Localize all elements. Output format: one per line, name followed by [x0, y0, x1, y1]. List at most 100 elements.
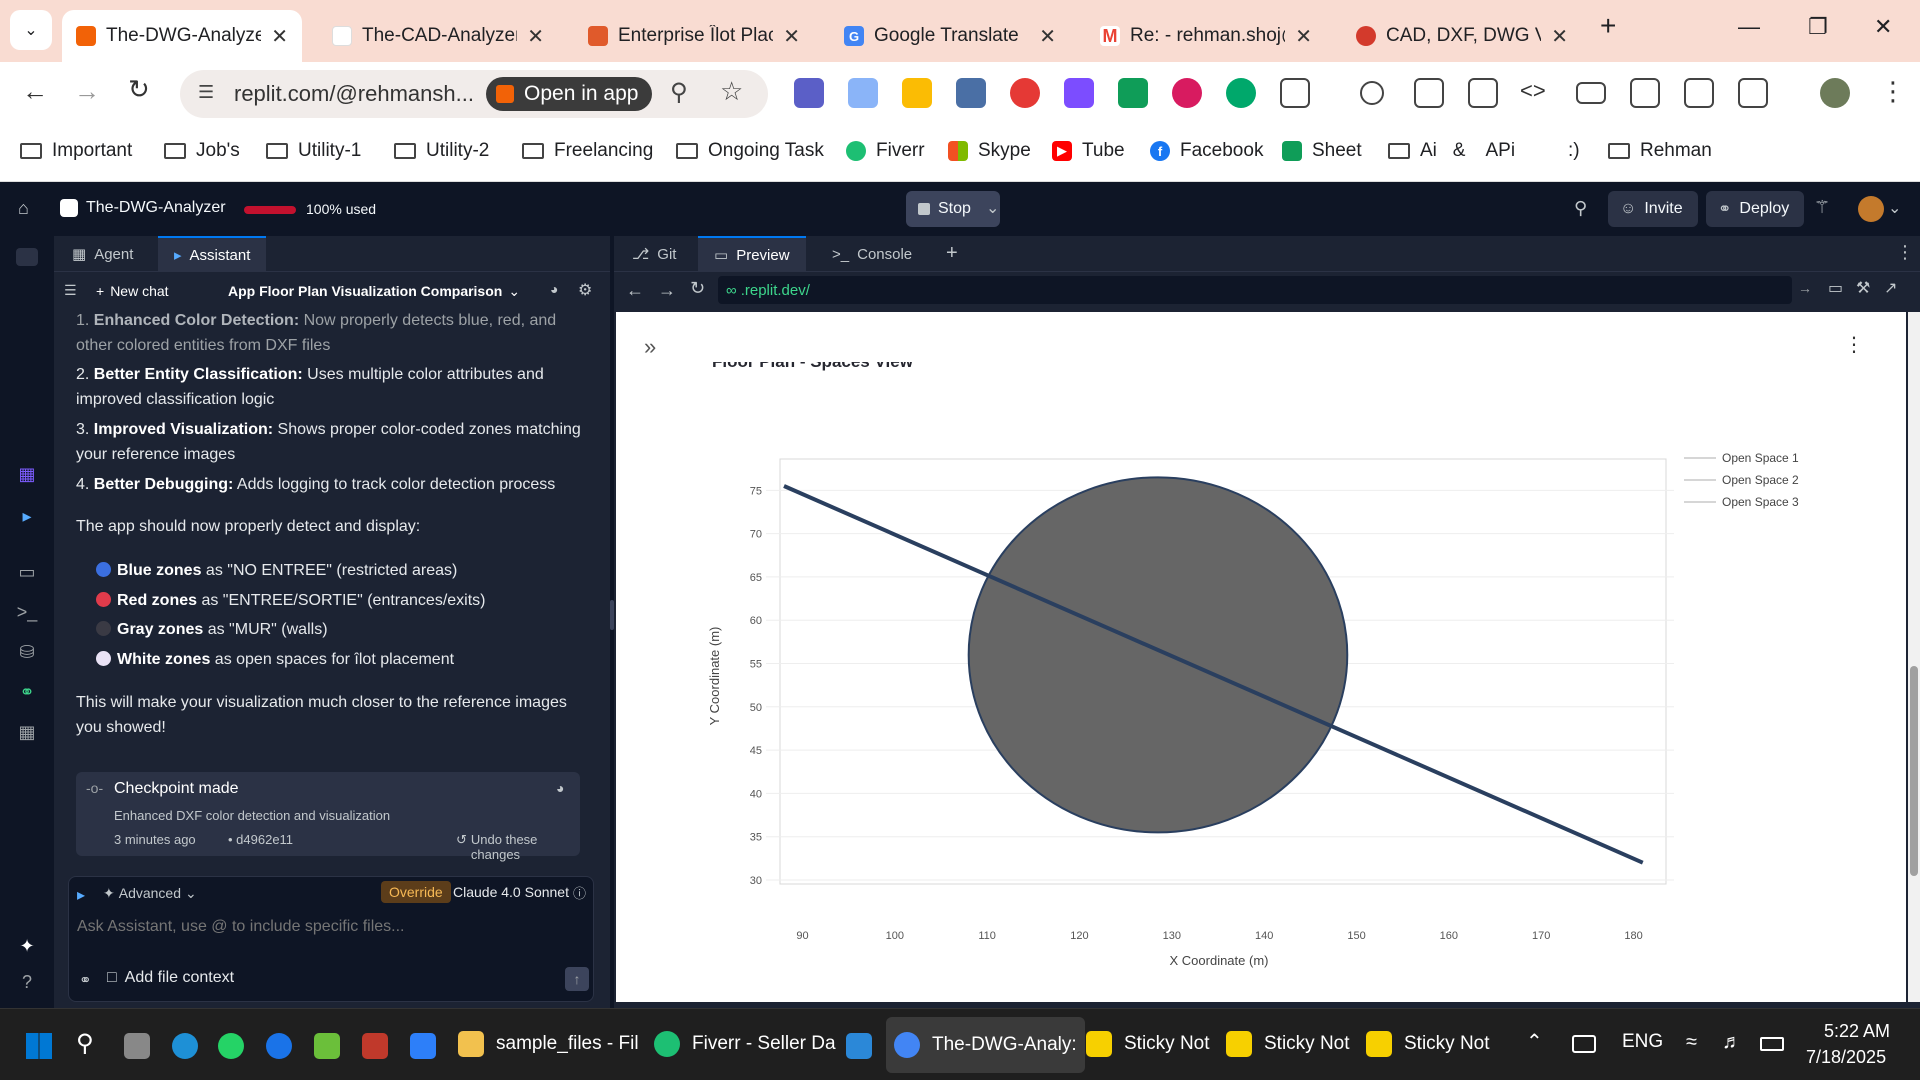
- tab-dwg-analyzer[interactable]: The-DWG-Analyzer ✕: [62, 10, 302, 62]
- scrollbar-thumb[interactable]: [1910, 666, 1918, 876]
- tab-cad-viewer[interactable]: CAD, DXF, DWG Vi ✕: [1342, 10, 1582, 62]
- tab-git[interactable]: ⎇ Git: [624, 236, 684, 272]
- extension-icon[interactable]: [1226, 78, 1256, 108]
- bookmark-rehman[interactable]: Rehman: [1608, 140, 1712, 162]
- back-icon[interactable]: ←: [626, 280, 644, 301]
- search-icon[interactable]: ⚲: [1574, 198, 1587, 219]
- arrow-right-icon[interactable]: →: [1798, 280, 1812, 296]
- open-in-app-button[interactable]: Open in app: [486, 77, 653, 111]
- extension-icon[interactable]: [902, 78, 932, 108]
- clock-date[interactable]: 7/18/2025: [1806, 1047, 1886, 1068]
- bookmark-facebook[interactable]: f Facebook: [1150, 140, 1263, 162]
- extension-icon[interactable]: [1010, 78, 1040, 108]
- task-view-icon[interactable]: [124, 1033, 150, 1059]
- tab-agent[interactable]: ▦ Agent: [62, 236, 143, 272]
- chat-title-dropdown[interactable]: App Floor Plan Visualization Comparison …: [228, 283, 520, 300]
- profile-avatar[interactable]: [1820, 78, 1850, 108]
- restore-icon[interactable]: ❐: [1808, 14, 1828, 40]
- bookmark-ai-api[interactable]: Ai & APi: [1388, 140, 1515, 162]
- sparkle-icon[interactable]: ✦: [16, 936, 38, 956]
- close-icon[interactable]: ✕: [1039, 24, 1056, 49]
- bookmark-tube[interactable]: ▶ Tube: [1052, 140, 1125, 162]
- extension-icon[interactable]: [1118, 78, 1148, 108]
- chevron-down-icon[interactable]: ⌄: [1888, 198, 1901, 218]
- device-icon[interactable]: ▭: [1828, 278, 1843, 298]
- lens-icon[interactable]: [1414, 78, 1444, 108]
- chat-input[interactable]: [77, 913, 577, 941]
- bookmark-freelancing[interactable]: Freelancing: [522, 140, 653, 162]
- tab-console[interactable]: >_ Console: [818, 236, 926, 272]
- tab-google-translate[interactable]: G Google Translate ✕: [830, 10, 1070, 62]
- taskbar-item-chrome[interactable]: The-DWG-Analy:: [886, 1017, 1085, 1073]
- forward-icon[interactable]: →: [74, 76, 100, 107]
- taskbar-item-explorer[interactable]: sample_files - Fil: [458, 1031, 639, 1057]
- zoom-icon[interactable]: ⚲: [670, 78, 688, 107]
- bell-icon[interactable]: ⚚: [1814, 197, 1830, 218]
- keyboard-icon[interactable]: [1572, 1035, 1596, 1053]
- app-icon[interactable]: [362, 1033, 388, 1059]
- scatter-chart[interactable]: 30 35 40 45 50 55 60 65 70 75 90 100 110 120 130 140 150…: [616, 312, 1906, 1002]
- bookmark-smiley[interactable]: :): [1568, 140, 1580, 162]
- add-tab-icon[interactable]: +: [946, 242, 958, 265]
- preview-url-input[interactable]: ∞ .replit.dev/: [718, 276, 1792, 304]
- deploy-button[interactable]: ⚭ Deploy: [1706, 191, 1804, 227]
- whatsapp-icon[interactable]: [218, 1033, 244, 1059]
- menu-kebab-icon[interactable]: ⋮: [1880, 76, 1906, 107]
- windows-start-icon[interactable]: [26, 1033, 52, 1059]
- extension-icon[interactable]: [794, 78, 824, 108]
- project-name[interactable]: The-DWG-Analyzer: [86, 199, 226, 217]
- site-info-icon[interactable]: ☰: [198, 82, 214, 103]
- chevron-up-icon[interactable]: ⌃: [1526, 1029, 1543, 1054]
- store-icon[interactable]: [410, 1033, 436, 1059]
- volume-icon[interactable]: ♬: [1722, 1031, 1742, 1054]
- chevron-down-icon[interactable]: ⌄: [986, 198, 999, 218]
- code-icon[interactable]: <>: [1520, 78, 1546, 104]
- password-key-icon[interactable]: [1360, 81, 1384, 105]
- bookmark-skype[interactable]: Skype: [948, 140, 1031, 162]
- close-icon[interactable]: ✕: [1295, 24, 1312, 49]
- card-icon[interactable]: [1576, 82, 1606, 104]
- wifi-icon[interactable]: ≈: [1686, 1031, 1697, 1054]
- scrollbar[interactable]: [1908, 312, 1920, 1002]
- database-icon[interactable]: ⛁: [16, 642, 38, 662]
- bookmark-important[interactable]: Important: [20, 140, 132, 162]
- deploy-icon[interactable]: ⚭: [16, 682, 38, 702]
- close-icon[interactable]: ✕: [271, 24, 288, 49]
- history-list-icon[interactable]: ☰: [64, 282, 77, 299]
- close-icon[interactable]: ✕: [1551, 24, 1568, 49]
- side-panel-icon[interactable]: [1738, 78, 1768, 108]
- bookmark-ongoing-task[interactable]: Ongoing Task: [676, 140, 824, 162]
- extension-icon[interactable]: [1064, 78, 1094, 108]
- wrench-icon[interactable]: ⚒: [1856, 278, 1870, 298]
- help-icon[interactable]: ?: [16, 972, 38, 992]
- reload-icon[interactable]: ↻: [128, 74, 150, 105]
- taskbar-item-fiverr[interactable]: Fiverr - Seller Da: [654, 1031, 836, 1057]
- paperclip-icon[interactable]: ⚭: [79, 971, 92, 989]
- reload-icon[interactable]: ↻: [690, 278, 705, 299]
- undo-button[interactable]: ↺ Undo these changes: [456, 832, 580, 862]
- add-file-context-button[interactable]: □ Add file context: [107, 969, 234, 987]
- bookmark-fiverr[interactable]: Fiverr: [846, 140, 925, 162]
- invite-button[interactable]: ☺ Invite: [1608, 191, 1698, 227]
- chrome-dev-icon[interactable]: [266, 1033, 292, 1059]
- menu-kebab-icon[interactable]: ⋮: [1896, 242, 1914, 263]
- address-bar[interactable]: ☰ replit.com/@rehmansh... Open in app ⚲ …: [180, 70, 768, 118]
- close-icon[interactable]: ✕: [527, 24, 544, 49]
- send-button[interactable]: ↑: [565, 967, 589, 991]
- extension-icon[interactable]: [956, 78, 986, 108]
- override-badge[interactable]: Override: [381, 881, 451, 903]
- gear-icon[interactable]: ⚙: [578, 280, 592, 300]
- search-icon[interactable]: ⚲: [76, 1029, 94, 1058]
- taskbar-item-sticky-2[interactable]: Sticky Not: [1226, 1031, 1350, 1057]
- files-icon[interactable]: [16, 248, 38, 266]
- battery-icon[interactable]: [1760, 1037, 1784, 1051]
- tab-enterprise-ilot[interactable]: Enterprise Îlot Plac ✕: [574, 10, 814, 62]
- assistant-icon[interactable]: ▸: [16, 506, 38, 526]
- new-chat-button[interactable]: + New chat: [96, 283, 169, 299]
- clock-time[interactable]: 5:22 AM: [1824, 1021, 1890, 1042]
- external-link-icon[interactable]: ↗: [1884, 278, 1897, 298]
- tab-cad-analyzer[interactable]: The-CAD-Analyzer ✕: [318, 10, 558, 62]
- new-tab-button[interactable]: +: [1600, 10, 1616, 42]
- notepad-icon[interactable]: [314, 1033, 340, 1059]
- devices-icon[interactable]: [1468, 78, 1498, 108]
